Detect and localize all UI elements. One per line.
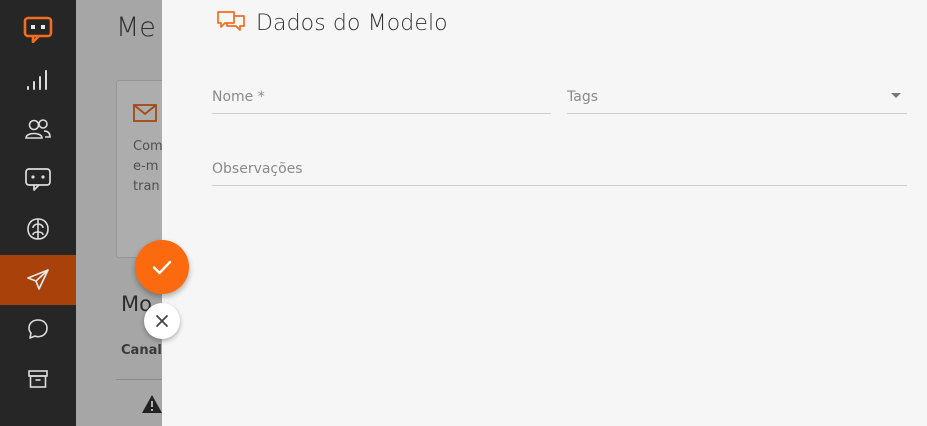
archive-icon <box>28 370 48 388</box>
sidebar <box>0 0 76 426</box>
cancel-button[interactable] <box>144 303 180 339</box>
tags-select[interactable]: Tags <box>567 76 907 114</box>
sidebar-item-intelligence[interactable] <box>0 204 76 254</box>
tags-label: Tags <box>567 89 598 105</box>
chat-logo-icon <box>23 16 53 43</box>
close-icon <box>156 315 168 327</box>
signal-bars-icon <box>27 70 47 90</box>
drawer-header: Dados do Modelo <box>216 10 448 36</box>
chat-bubble-icon <box>28 319 48 339</box>
sidebar-item-reports[interactable] <box>0 55 76 105</box>
sidebar-item-campaigns[interactable] <box>0 255 76 305</box>
nome-field[interactable]: Nome * <box>212 76 551 114</box>
check-icon <box>152 260 172 275</box>
chatbot-icon <box>25 168 51 191</box>
drawer-title: Dados do Modelo <box>256 10 448 36</box>
sidebar-item-home[interactable] <box>0 4 76 54</box>
chat-bubbles-icon <box>217 11 245 31</box>
confirm-button[interactable] <box>135 240 189 294</box>
sidebar-item-chatbots[interactable] <box>0 154 76 204</box>
observacoes-input[interactable] <box>212 161 907 183</box>
sidebar-item-archive[interactable] <box>0 354 76 404</box>
brain-icon <box>27 218 49 240</box>
sidebar-item-contacts[interactable] <box>0 104 76 154</box>
users-icon <box>25 119 51 139</box>
observacoes-field[interactable]: Observações <box>212 146 907 186</box>
dropdown-arrow-icon[interactable] <box>891 93 901 98</box>
nome-input[interactable] <box>212 89 551 111</box>
send-icon <box>27 269 49 290</box>
model-data-drawer: Dados do Modelo Nome * Tags Observações <box>162 0 927 426</box>
sidebar-item-conversations[interactable] <box>0 304 76 354</box>
